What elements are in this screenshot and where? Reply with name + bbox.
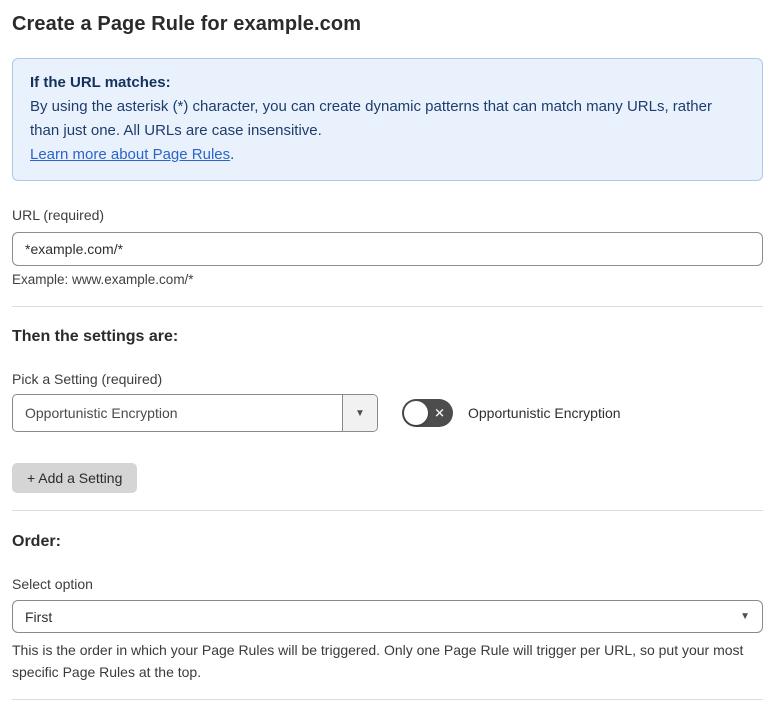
toggle-off-icon: ✕ — [434, 405, 445, 421]
url-field-hint: Example: www.example.com/* — [12, 272, 194, 287]
pick-setting-label: Pick a Setting (required) — [12, 371, 163, 387]
order-select-value: First — [25, 608, 53, 625]
section-divider — [12, 699, 763, 700]
add-setting-button[interactable]: + Add a Setting — [12, 463, 138, 493]
chevron-down-icon: ▼ — [355, 407, 365, 419]
section-divider — [12, 306, 763, 307]
order-select[interactable]: First ▼ — [12, 600, 763, 633]
setting-select-arrow-button[interactable]: ▼ — [342, 395, 377, 431]
url-field-label: URL (required) — [12, 207, 105, 223]
order-help-text: This is the order in which your Page Rul… — [12, 642, 744, 680]
info-box-heading: If the URL matches: — [30, 74, 171, 91]
info-box-link-line: Learn more about Page Rules. — [30, 143, 745, 167]
section-divider — [12, 510, 763, 511]
order-select-label: Select option — [12, 576, 93, 592]
order-section-heading: Order: — [12, 533, 61, 550]
toggle-label: Opportunistic Encryption — [468, 405, 621, 421]
info-box-body: By using the asterisk (*) character, you… — [30, 98, 712, 139]
create-page-rule-form: Create a Page Rule for example.com If th… — [0, 0, 775, 717]
url-matches-info-box: If the URL matches: By using the asteris… — [12, 58, 763, 181]
learn-more-link[interactable]: Learn more about Page Rules — [30, 146, 230, 163]
toggle-knob — [404, 401, 428, 425]
setting-row: Opportunistic Encryption ▼ ✕ Opportunist… — [12, 394, 763, 432]
setting-select-value: Opportunistic Encryption — [25, 405, 178, 421]
opportunistic-encryption-toggle[interactable]: ✕ — [402, 399, 453, 427]
chevron-down-icon: ▼ — [740, 611, 750, 622]
page-title: Create a Page Rule for example.com — [12, 13, 362, 35]
link-suffix: . — [230, 146, 235, 163]
url-input[interactable] — [12, 232, 763, 266]
setting-select[interactable]: Opportunistic Encryption ▼ — [12, 394, 378, 432]
settings-section-heading: Then the settings are: — [12, 328, 179, 345]
